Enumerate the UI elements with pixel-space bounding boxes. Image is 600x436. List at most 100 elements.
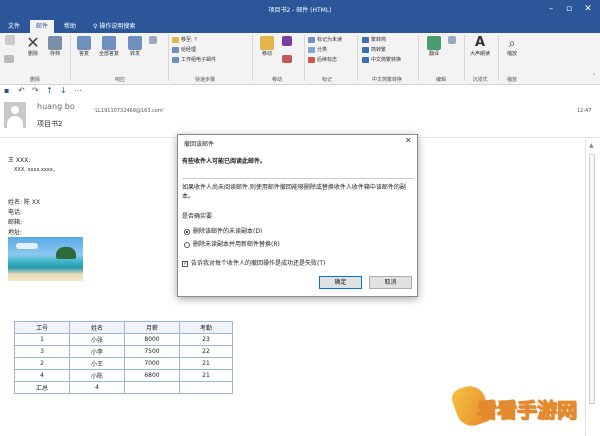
read-aloud-label: 大声朗读 bbox=[469, 51, 490, 57]
delete-button[interactable]: ✕ 删除 bbox=[22, 35, 44, 58]
notify-checkbox-label: 告诉我对每个收件人的撤回操作是成功还是失败(T) bbox=[191, 260, 326, 267]
read-aloud-icon: A bbox=[474, 35, 486, 50]
quick-step-team[interactable]: 工作组电子邮件 bbox=[172, 56, 216, 63]
recall-dialog: 撤回该邮件 ✕ 有些收件人可能已阅读此邮件。 如果收件人尚未阅读邮件,则使用邮件… bbox=[177, 134, 418, 297]
ignore-button[interactable] bbox=[4, 35, 16, 45]
forward-button[interactable]: 转发 bbox=[125, 36, 145, 57]
ribbon-separator bbox=[464, 35, 465, 81]
translate-label: 翻译 bbox=[428, 51, 439, 57]
ribbon-separator bbox=[357, 35, 358, 81]
redo-icon[interactable]: ↷ bbox=[32, 86, 39, 95]
mark-unread-button[interactable]: 标记为未读 bbox=[308, 36, 342, 43]
quick-step-move[interactable]: 移至: ? bbox=[172, 36, 197, 43]
translate-button[interactable]: 翻译 bbox=[424, 36, 444, 57]
close-window-icon[interactable]: ✕ bbox=[582, 3, 594, 15]
quick-step-move-label: 移至: ? bbox=[181, 37, 197, 43]
table-cell: 7000 bbox=[124, 357, 180, 370]
convert-icon bbox=[362, 56, 369, 63]
up-arrow-icon[interactable]: ↑ bbox=[46, 86, 53, 95]
table-cell: 23 bbox=[179, 333, 233, 346]
translate-icon bbox=[427, 36, 441, 50]
maximize-icon[interactable]: ▫ bbox=[563, 3, 575, 15]
save-icon[interactable]: ▪ bbox=[4, 86, 9, 95]
follow-up-label: 后续标志 bbox=[317, 57, 338, 63]
group-move-label: 移动 bbox=[271, 77, 282, 83]
ribbon: ✕ 删除 存档 删除 答复 全部答复 转发 响应 移至: ? 给经理 工作组电子邮… bbox=[0, 33, 600, 85]
reply-all-button[interactable]: 全部答复 bbox=[95, 36, 123, 57]
read-aloud-button[interactable]: A 大声朗读 bbox=[468, 35, 492, 58]
message-time: 12:47 bbox=[577, 108, 592, 114]
tab-file[interactable]: 文件 bbox=[2, 20, 26, 33]
table-cell: 小李 bbox=[69, 345, 125, 358]
address-label: 地址: bbox=[8, 229, 23, 236]
tab-message[interactable]: 邮件 bbox=[30, 20, 55, 33]
window-title: 项目书2 - 邮件 (HTML) bbox=[268, 7, 332, 14]
find-icon bbox=[448, 36, 456, 44]
tab-help[interactable]: 帮助 bbox=[58, 20, 82, 33]
table-cell: 22 bbox=[179, 345, 233, 358]
scroll-thumb[interactable] bbox=[589, 154, 595, 404]
cancel-button[interactable]: 取消 bbox=[369, 276, 412, 289]
reply-all-label: 全部答复 bbox=[98, 51, 119, 57]
categorize-label: 分类 bbox=[317, 47, 328, 53]
table-cell: 4 bbox=[69, 381, 125, 394]
ribbon-separator bbox=[498, 35, 499, 81]
find-button[interactable] bbox=[446, 36, 458, 44]
sender-name[interactable]: huang bo bbox=[37, 102, 75, 111]
minimize-icon[interactable]: – bbox=[545, 3, 557, 15]
flag-icon bbox=[308, 56, 315, 63]
envelope-icon bbox=[308, 36, 315, 43]
chinese-convert-button[interactable]: 中文简繁转换 bbox=[362, 56, 401, 63]
avatar bbox=[4, 102, 26, 128]
quick-access-toolbar: ▪ ↶ ↷ ↑ ↓ ⋯ bbox=[0, 86, 600, 98]
message-header: huang bo 'LL19110732469@163.com' 项目书2 12… bbox=[0, 98, 600, 138]
option-replace[interactable]: 删除未读副本并用新邮件替换(R) bbox=[184, 239, 280, 248]
reply-label: 答复 bbox=[78, 51, 89, 57]
option-replace-label: 删除未读副本并用新邮件替换(R) bbox=[193, 241, 280, 248]
tell-me-label: 操作说明搜索 bbox=[99, 23, 136, 30]
undo-icon[interactable]: ↶ bbox=[18, 86, 25, 95]
follow-up-button[interactable]: 后续标志 bbox=[308, 56, 337, 63]
dialog-headline: 有些收件人可能已阅读此邮件。 bbox=[182, 158, 267, 165]
scroll-up-icon[interactable]: ▲ bbox=[589, 142, 594, 149]
archive-button[interactable]: 存档 bbox=[46, 36, 64, 57]
ok-button[interactable]: 确定 bbox=[319, 276, 362, 289]
delete-label: 删除 bbox=[27, 51, 38, 57]
simp-to-trad-button[interactable]: 简转繁 bbox=[362, 46, 386, 53]
checkmark-icon: ✓ bbox=[182, 260, 188, 267]
forward-icon bbox=[128, 36, 142, 50]
zoom-button[interactable]: ⌕ 缩放 bbox=[502, 36, 522, 57]
notify-checkbox[interactable]: ✓ 告诉我对每个收件人的撤回操作是成功还是失败(T) bbox=[182, 258, 325, 267]
folder-icon bbox=[172, 36, 179, 43]
quick-step-manager[interactable]: 给经理 bbox=[172, 46, 196, 53]
dialog-close-icon[interactable]: ✕ bbox=[405, 136, 412, 145]
option-delete-unread[interactable]: 删除该邮件的未读副本(D) bbox=[184, 226, 262, 235]
actions-button[interactable] bbox=[280, 55, 294, 63]
tell-me-search[interactable]: ♀ 操作说明搜索 bbox=[93, 20, 135, 33]
reply-button[interactable]: 答复 bbox=[74, 36, 94, 57]
table-cell bbox=[124, 381, 180, 394]
junk-button[interactable] bbox=[2, 55, 16, 63]
beach-photo bbox=[8, 237, 83, 281]
move-button[interactable]: 移动 bbox=[256, 36, 278, 57]
down-arrow-icon[interactable]: ↓ bbox=[60, 86, 67, 95]
greeting-line: XXX, xxxx,xxxx。 bbox=[14, 167, 58, 173]
ribbon-separator bbox=[304, 35, 305, 81]
group-quick-steps-label: 快速步骤 bbox=[194, 77, 215, 83]
employee-table: 工号 姓名 月薪 考勤 1 小张 8000 23 3 小李 7500 22 2 小王 7000 2… bbox=[14, 321, 233, 394]
column-header: 月薪 bbox=[124, 321, 180, 334]
group-zoom-label: 缩放 bbox=[506, 77, 517, 83]
dialog-question: 是否确实要 bbox=[182, 213, 213, 220]
actions-icon bbox=[282, 55, 292, 63]
onenote-button[interactable] bbox=[280, 36, 294, 46]
column-header: 姓名 bbox=[69, 321, 125, 334]
recipient-address[interactable]: 'LL19110732469@163.com' bbox=[94, 108, 164, 114]
more-icon[interactable]: ⋯ bbox=[74, 86, 82, 95]
categorize-button[interactable]: 分类 bbox=[308, 46, 327, 53]
collapse-ribbon-icon[interactable]: ⌃ bbox=[590, 73, 598, 79]
convert-icon bbox=[362, 46, 369, 53]
more-respond-button[interactable] bbox=[148, 36, 158, 44]
table-cell: 6800 bbox=[124, 369, 180, 382]
reply-all-icon bbox=[102, 36, 116, 50]
trad-to-simp-button[interactable]: 繁转简 bbox=[362, 36, 386, 43]
